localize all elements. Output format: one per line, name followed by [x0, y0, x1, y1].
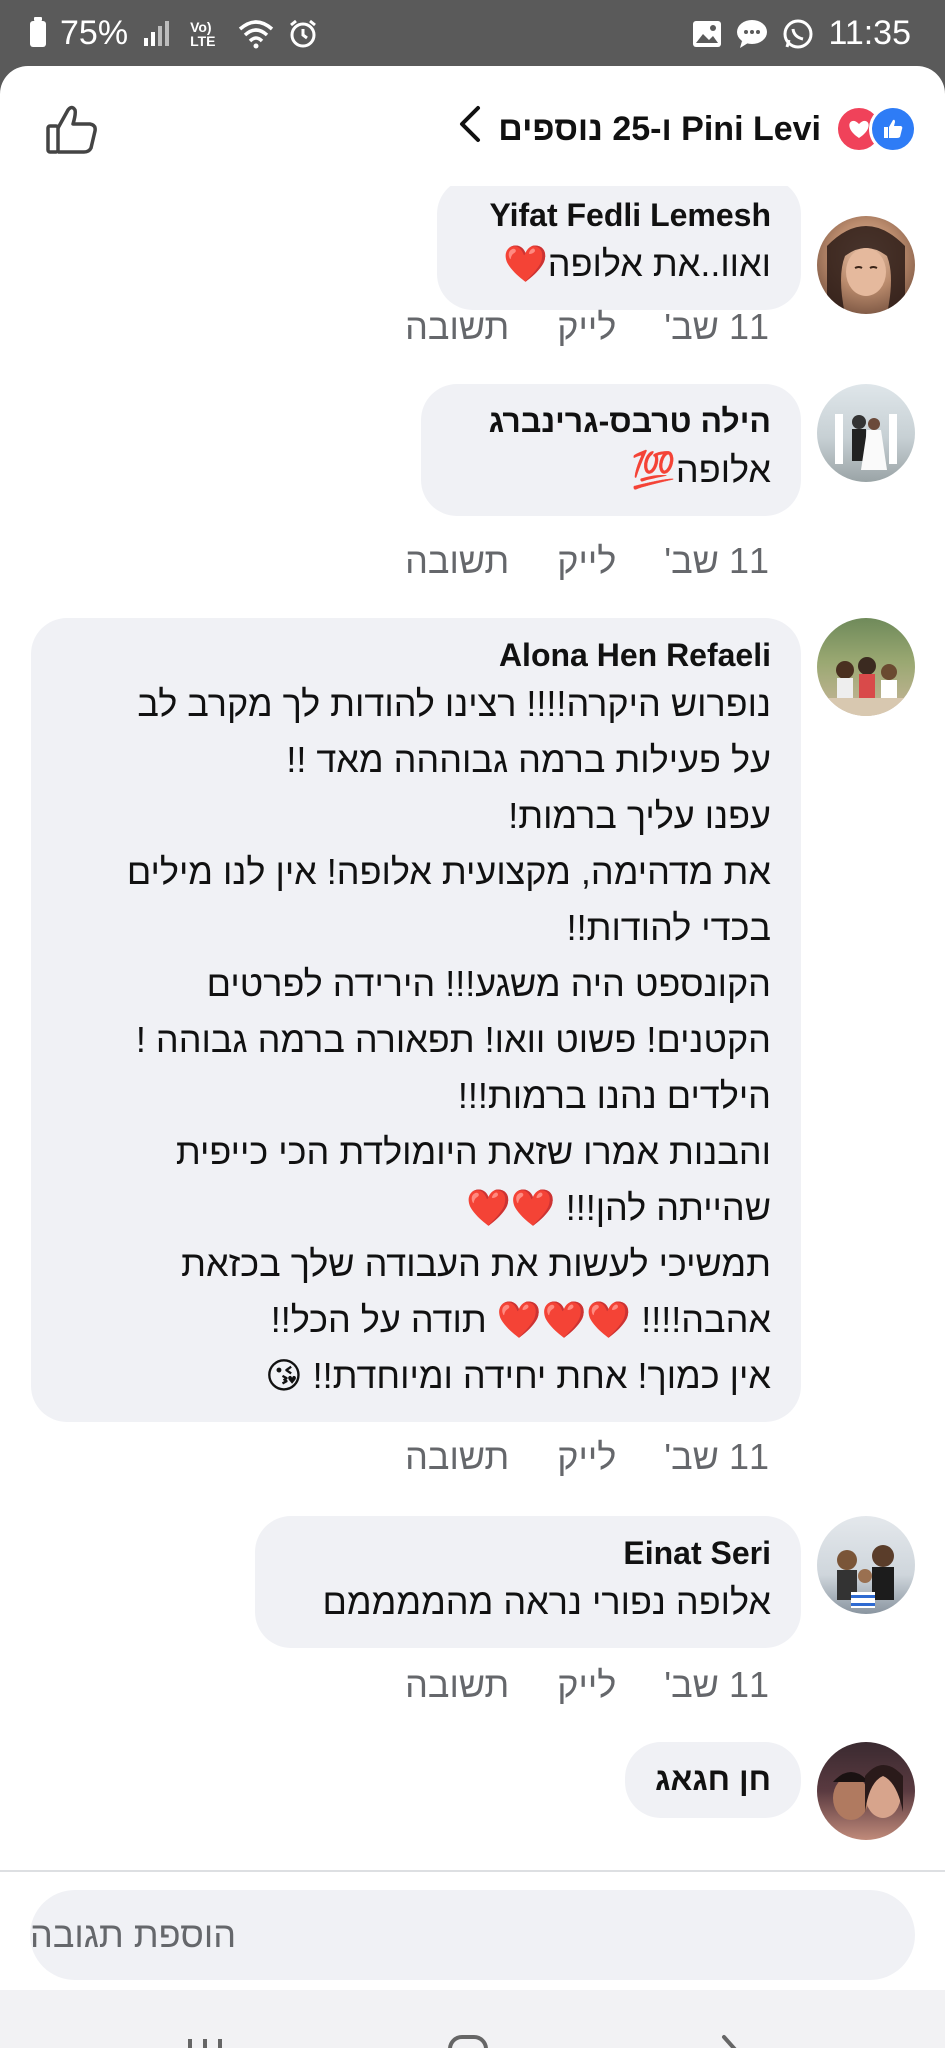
comment-bubble[interactable]: Alona Hen Refaeli נופרוש היקרה!!!! רצינו… [31, 618, 801, 1422]
battery-percentage: 75% [60, 14, 129, 52]
comment-text: אלופה נפורי נראה מהממממם [322, 1581, 771, 1622]
reply-button[interactable]: תשובה [405, 306, 509, 348]
comment-actions: 11 שב' לייק תשובה [405, 540, 769, 582]
gallery-icon [692, 20, 722, 48]
like-comment-button[interactable]: לייק [557, 306, 616, 348]
status-left: 75% Vo) LTE [30, 14, 318, 53]
add-comment-input[interactable]: הוספת תגובה [30, 1890, 915, 1980]
comment-bubble[interactable]: חן חגאג [625, 1742, 801, 1818]
like-post-button[interactable] [44, 102, 100, 158]
recent-apps-icon [188, 2039, 222, 2048]
comment-bubble[interactable]: הילה טרבס-גרינברג אלופה💯 [421, 384, 801, 516]
comment-text: אלופה💯 [631, 449, 771, 490]
comment-bubble[interactable]: Yifat Fedli Lemesh ואוו..את אלופה❤️ [437, 186, 801, 310]
avatar[interactable] [817, 618, 915, 716]
comment-text: ואוו..את אלופה❤️ [502, 243, 771, 284]
comment-time: 11 שב' [664, 306, 769, 347]
reply-button[interactable]: תשובה [405, 1664, 509, 1706]
system-navigation-bar [0, 1990, 945, 2048]
like-comment-button[interactable]: לייק [557, 1664, 616, 1706]
avatar[interactable] [817, 1516, 915, 1614]
whatsapp-icon [782, 18, 814, 50]
comment-author[interactable]: Yifat Fedli Lemesh [467, 194, 771, 236]
comment-author[interactable]: Einat Seri [285, 1532, 771, 1574]
comments-list: Yifat Fedli Lemesh ואוו..את אלופה❤️ 11 ש… [0, 186, 945, 1870]
wifi-icon [238, 19, 274, 49]
avatar[interactable] [817, 384, 915, 482]
messages-icon [736, 19, 768, 49]
comment-actions: 11 שב' לייק תשובה [405, 1436, 769, 1478]
comment-actions: 11 שב' לייק תשובה [405, 306, 769, 348]
comment-author[interactable]: Alona Hen Refaeli [61, 634, 771, 676]
reply-button[interactable]: תשובה [405, 1436, 509, 1478]
status-bar: 75% Vo) LTE 11:35 [0, 0, 945, 66]
recent-apps-button[interactable] [165, 2020, 245, 2048]
comment-author[interactable]: הילה טרבס-גרינברג [451, 400, 771, 442]
like-icon [869, 105, 917, 153]
alarm-icon [288, 19, 318, 49]
comment-text: נופרוש היקרה!!!! רצינו להודות לך מקרב לב… [126, 683, 771, 1396]
avatar[interactable] [817, 216, 915, 314]
comment-time: 11 שב' [664, 1664, 769, 1705]
comment-author[interactable]: חן חגאג [655, 1758, 771, 1800]
comment-bubble[interactable]: Einat Seri אלופה נפורי נראה מהממממם [255, 1516, 801, 1648]
chevron-left-icon [458, 104, 482, 154]
comment-actions: 11 שב' לייק תשובה [405, 1664, 769, 1706]
comment-time: 11 שב' [664, 540, 769, 581]
reactions-header: Pini Levi ו-25 נוספים [0, 66, 945, 186]
like-comment-button[interactable]: לייק [557, 540, 616, 582]
volte-label: Vo) LTE [190, 18, 216, 49]
reactions-summary-button[interactable]: Pini Levi ו-25 נוספים [458, 104, 917, 154]
home-icon [448, 2035, 488, 2048]
battery-icon [30, 16, 46, 47]
composer-bar: הוספת תגובה [0, 1870, 945, 1992]
avatar[interactable] [817, 1742, 915, 1840]
signal-icon [142, 20, 176, 48]
clock: 11:35 [828, 14, 911, 52]
reply-button[interactable]: תשובה [405, 540, 509, 582]
thumbs-up-outline-icon [46, 105, 97, 154]
reactions-summary-text: Pini Levi ו-25 נוספים [498, 109, 821, 148]
like-comment-button[interactable]: לייק [557, 1436, 616, 1478]
status-right: 11:35 [692, 14, 911, 53]
comments-sheet: Pini Levi ו-25 נוספים Yifat Fedli Lemesh… [0, 66, 945, 2048]
comment-time: 11 שב' [664, 1436, 769, 1477]
back-icon [722, 2035, 737, 2048]
home-button[interactable] [428, 2020, 508, 2048]
back-button[interactable] [692, 2020, 772, 2048]
